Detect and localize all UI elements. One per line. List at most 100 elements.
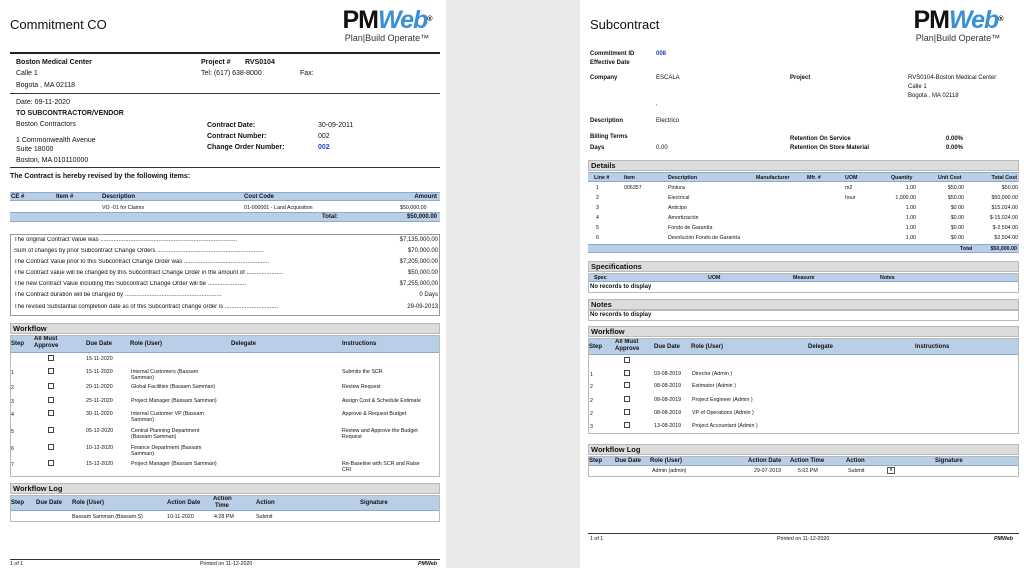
to-vendor-label: TO SUBCONTRACTOR/VENDOR — [16, 110, 124, 117]
specifications-box — [588, 273, 1019, 293]
project-line-2: Calle 1 — [908, 84, 927, 90]
detail-uom: m2 — [845, 185, 853, 191]
contract-number-label: Contract Number: — [207, 133, 267, 140]
summary-text: The revised Substantial completion date … — [14, 304, 279, 310]
summary-text: The Contract duration will be changed by… — [14, 292, 222, 298]
workflow-log-box — [10, 495, 440, 522]
project-label: Project # — [201, 59, 231, 66]
footer-brand: PMWeb — [418, 561, 438, 567]
owner-rule — [10, 93, 440, 94]
owner-address-2: Bogota , MA 02118 — [16, 82, 76, 89]
revised-text: The Contract is hereby revised by the fo… — [10, 173, 191, 180]
change-order-number-label: Change Order Number: — [207, 144, 285, 151]
summary-value: $7,255,000.00 — [399, 281, 438, 287]
description-value: Electrico — [656, 118, 680, 124]
summary-value: $50,000.00 — [407, 270, 438, 276]
notes-box — [588, 310, 1019, 321]
items-total-row: Total: $50,000.00 — [10, 212, 440, 222]
detail-line: 6 — [596, 235, 599, 241]
detail-description: Devolución Fondo de Garantía — [668, 235, 741, 241]
detail-description: Electrical — [668, 195, 690, 201]
footer-printed: Printed on 11-12-2020 — [200, 561, 253, 567]
summary-value: $7,135,000.00 — [399, 237, 438, 243]
specifications-section-title: Specifications — [588, 261, 1019, 272]
workflow-log-section-title: Workflow Log — [588, 444, 1019, 455]
project-line-3: Bogota , MA 02118 — [908, 93, 959, 99]
commitment-co-page: Commitment CO PMWeb® Plan|Build Operate™… — [0, 0, 446, 568]
pmweb-logo: PMWeb® Plan|Build Operate™ — [342, 6, 433, 44]
detail-quantity: 1.00 — [905, 235, 916, 241]
detail-description: Amortización — [668, 215, 699, 221]
notes-section-title: Notes — [588, 299, 1019, 310]
summary-value: $70,000.00 — [407, 248, 438, 254]
vendor-address-1: 1 Commonwealth Avenue — [16, 137, 96, 144]
detail-total-cost: $-15,024.00 — [989, 215, 1018, 221]
detail-line: 4 — [596, 215, 599, 221]
detail-unit-cost: $0.00 — [950, 235, 964, 241]
address-comma: , — [656, 101, 658, 107]
vendor-address-2: Suite 18000 — [16, 146, 54, 153]
detail-description: Fondo de Garantía — [668, 225, 713, 231]
detail-total-cost: $15,024.00 — [991, 205, 1018, 211]
workflow-log-box — [588, 456, 1019, 477]
items-table-header: CE # Item # Description Cost Code Amount — [10, 192, 440, 201]
days-label: Days — [590, 145, 605, 151]
summary-value: 0 Days — [419, 292, 438, 298]
workflow-section-title: Workflow — [10, 323, 440, 334]
company-label: Company — [590, 75, 618, 81]
summary-value: 29-09-2013 — [407, 304, 438, 310]
retention-service-value: 0.00% — [946, 136, 964, 142]
vendor-rule — [10, 167, 440, 168]
footer-page: 1 of 1 — [10, 561, 24, 567]
detail-unit-cost: $0.00 — [950, 205, 964, 211]
detail-unit-cost: $50.00 — [947, 195, 964, 201]
project-label: Project — [790, 75, 811, 81]
footer-page: 1 of 1 — [590, 536, 604, 542]
pmweb-logo: PMWeb® Plan|Build Operate™ — [913, 6, 1004, 44]
workflow-log-section-title: Workflow Log — [10, 483, 440, 494]
detail-quantity: 1.00 — [905, 205, 916, 211]
header-rule — [10, 52, 440, 54]
vendor-address-3: Boston, MA 010110000 — [16, 157, 89, 164]
summary-text: The original Contract Value was ........… — [14, 237, 237, 243]
vendor-name: Boston Contractors — [16, 121, 76, 128]
contract-date-label: Contract Date: — [207, 122, 256, 129]
page-title: Subcontract — [590, 17, 660, 32]
detail-total-cost: $50.00 — [1001, 185, 1018, 191]
summary-value: $7,205,000.00 — [399, 259, 438, 265]
contract-number: 002 — [318, 133, 330, 140]
detail-quantity: 1.00 — [905, 215, 916, 221]
footer-rule — [588, 533, 1019, 534]
contract-date: 30-09-2011 — [318, 122, 354, 129]
footer-printed: Printed on 11-12-2020 — [777, 536, 830, 542]
owner-name: Boston Medical Center — [16, 59, 92, 66]
project-number: RVS0104 — [245, 59, 275, 66]
detail-unit-cost: $0.00 — [950, 225, 964, 231]
footer-rule — [10, 559, 440, 560]
company-value: ESCALA — [656, 75, 680, 81]
retention-store-label: Retention On Store Material — [790, 145, 870, 151]
change-order-number: 002 — [318, 144, 330, 151]
subcontract-page: Subcontract PMWeb® Plan|Build Operate™ C… — [580, 0, 1024, 568]
detail-uom: hour — [845, 195, 856, 201]
summary-text: The Contract Value prior to this Subcont… — [14, 259, 269, 265]
project-fax-label: Fax: — [300, 70, 314, 77]
retention-service-label: Retention On Service — [790, 136, 851, 142]
days-value: 0.00 — [656, 145, 668, 151]
commitment-id-label: Commitment ID — [590, 51, 635, 57]
billing-terms-label: Billing Terms — [590, 134, 628, 140]
detail-total-cost: $2,504.00 — [994, 235, 1018, 241]
detail-quantity: 1.00 — [905, 185, 916, 191]
workflow-box — [10, 335, 440, 477]
retention-store-value: 0.00% — [946, 145, 964, 151]
page-title: Commitment CO — [10, 17, 107, 32]
detail-quantity: 1,000.00 — [895, 195, 916, 201]
detail-unit-cost: $0.00 — [950, 215, 964, 221]
detail-line: 3 — [596, 205, 599, 211]
detail-description: Pintura — [668, 185, 685, 191]
workflow-section-title: Workflow — [588, 326, 1019, 337]
footer-brand: PMWeb — [994, 536, 1014, 542]
workflow-box — [588, 338, 1019, 434]
details-table-header: Line # Item Description Manufacturer Mfr… — [588, 172, 1019, 182]
project-tel: Tel: (617) 638-8000 — [201, 70, 262, 77]
